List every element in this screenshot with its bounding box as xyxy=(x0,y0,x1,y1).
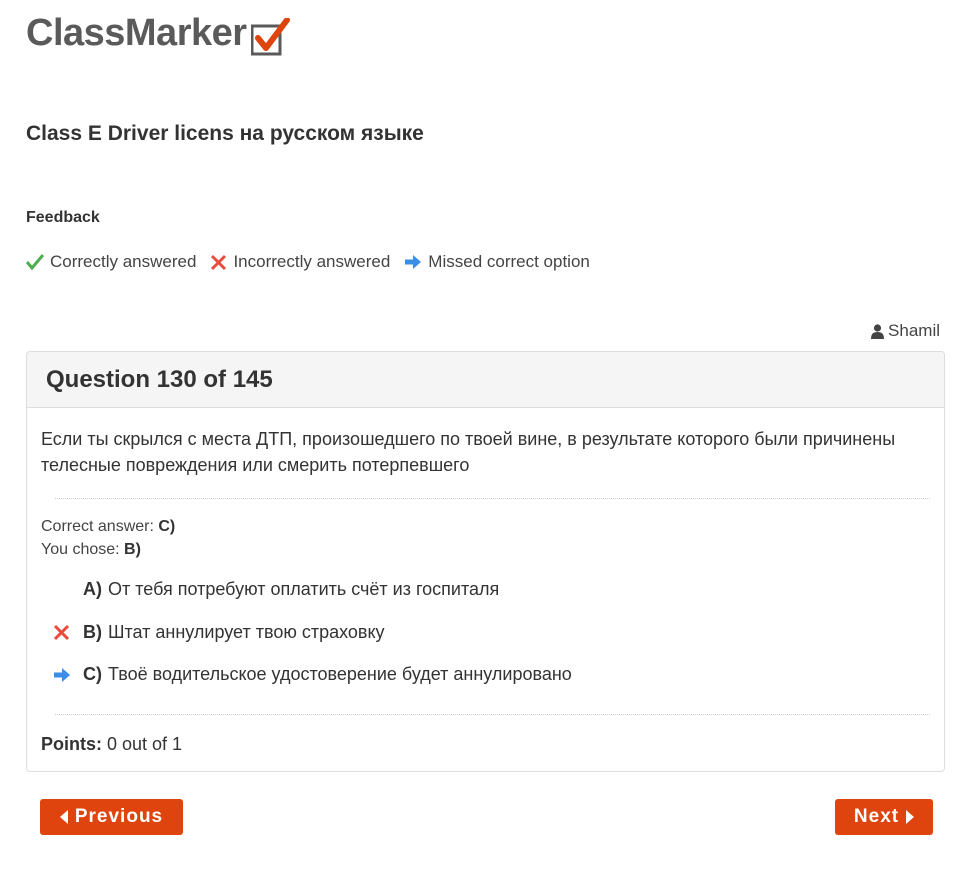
legend-incorrect-label: Incorrectly answered xyxy=(233,252,391,271)
option-c-text: Твоё водительское удостоверение будет ан… xyxy=(108,664,572,684)
classmarker-logo: ClassMarker xyxy=(26,8,290,56)
option-b-text: Штат аннулирует твою страховку xyxy=(108,622,385,642)
correct-answer-value: C) xyxy=(158,518,176,535)
arrow-right-icon xyxy=(54,667,70,682)
option-c: C) Твоё водительское удостоверение будет… xyxy=(53,664,572,685)
user-badge: Shamil xyxy=(871,321,940,341)
feedback-legend: Correctly answered Incorrectly answered … xyxy=(26,252,604,272)
you-chose-line: You chose: B) xyxy=(41,541,141,559)
quiz-title: Class E Driver licens на русском языке xyxy=(26,122,424,145)
caret-right-icon xyxy=(906,810,915,824)
previous-label: Previous xyxy=(74,806,164,827)
option-a: A) От тебя потребуют оплатить счёт из го… xyxy=(53,579,499,600)
legend-correct-label: Correctly answered xyxy=(50,252,197,271)
correct-answer-label: Correct answer: xyxy=(41,518,159,535)
user-name: Shamil xyxy=(888,321,940,340)
legend-missed-label: Missed correct option xyxy=(428,252,590,271)
legend-correct: Correctly answered xyxy=(26,252,196,272)
divider xyxy=(55,498,930,499)
correct-answer-line: Correct answer: C) xyxy=(41,518,175,536)
checkbox-logo-icon xyxy=(250,17,290,56)
logo-text: ClassMarker xyxy=(26,12,247,54)
question-panel: Question 130 of 145 Если ты скрылся с ме… xyxy=(26,351,945,772)
caret-left-icon xyxy=(59,810,68,824)
previous-button[interactable]: Previous xyxy=(40,799,183,835)
checkmark-icon xyxy=(26,254,44,270)
x-icon xyxy=(53,624,70,641)
points-label: Points: xyxy=(41,734,102,754)
option-b-letter: B) xyxy=(83,622,102,642)
user-icon xyxy=(871,323,885,339)
x-icon xyxy=(211,254,227,270)
legend-missed: Missed correct option xyxy=(404,252,590,272)
divider xyxy=(55,714,930,715)
feedback-heading: Feedback xyxy=(26,209,100,226)
points-value: 0 out of 1 xyxy=(102,734,183,754)
option-a-text: От тебя потребуют оплатить счёт из госпи… xyxy=(108,579,500,599)
you-chose-label: You chose: xyxy=(41,541,125,558)
points-line: Points: 0 out of 1 xyxy=(41,734,182,755)
option-b: B) Штат аннулирует твою страховку xyxy=(53,622,385,643)
arrow-right-icon xyxy=(405,255,422,269)
legend-incorrect: Incorrectly answered xyxy=(210,252,390,272)
option-a-letter: A) xyxy=(83,579,102,599)
question-text: Если ты скрылся с места ДТП, произошедше… xyxy=(41,429,896,475)
you-chose-value: B) xyxy=(124,541,141,558)
option-c-letter: C) xyxy=(83,664,102,684)
question-header: Question 130 of 145 xyxy=(27,352,944,408)
next-button[interactable]: Next xyxy=(835,799,933,835)
next-label: Next xyxy=(853,806,900,827)
